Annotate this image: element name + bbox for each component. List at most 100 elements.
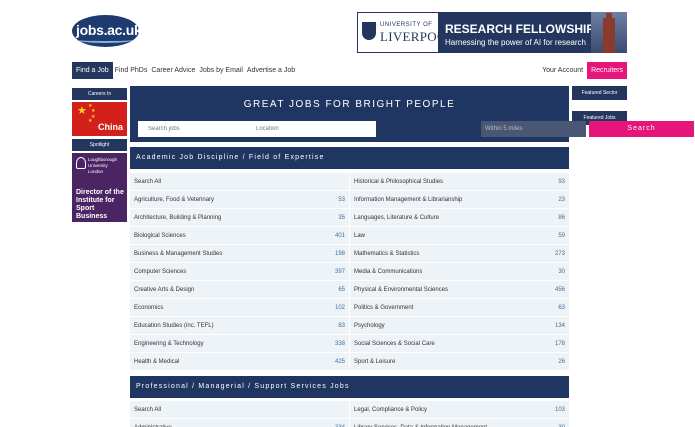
discipline-link[interactable]: Computer Sciences 397 [130,263,349,281]
discipline-label: Psychology [354,322,385,329]
discipline-link[interactable]: Physical & Environmental Sciences 456 [350,281,569,299]
search-button[interactable]: Search [589,121,694,137]
discipline-label: Physical & Environmental Sciences [354,286,449,293]
discipline-label: Information Management & Librarianship [354,196,463,203]
nav-career-advice[interactable]: Career Advice [149,62,197,79]
discipline-label: Sport & Leisure [354,358,396,365]
banner-title: RESEARCH FELLOWSHIPS [445,22,603,36]
discipline-label: Mathematics & Statistics [354,250,420,257]
discipline-link[interactable]: Legal, Compliance & Policy 103 [350,401,569,419]
discipline-link[interactable]: Languages, Literature & Culture 86 [350,209,569,227]
discipline-link[interactable]: Law 59 [350,227,569,245]
lboro-text-line: Director of the [76,189,124,196]
discipline-label: Biological Sciences [134,232,186,239]
job-count: 53 [338,196,345,203]
careers-in-heading: Careers In [72,88,127,100]
discipline-label: Search All [134,178,162,185]
loughborough-spotlight-ad[interactable]: Loughborough University London Director … [72,153,127,222]
discipline-link[interactable]: Creative Arts & Design 65 [130,281,349,299]
banner-university-big: LIVERPOOL [380,29,455,44]
banner-university-small: UNIVERSITY OF [380,22,433,28]
logo-swoosh-icon [77,37,133,43]
job-count: 178 [554,340,565,347]
academic-discipline-grid: Search All Historical & Philosophical Stu… [130,173,569,371]
building-tower [603,18,615,53]
job-count: 30 [558,268,565,275]
distance-select[interactable]: Within 5 miles [481,121,586,137]
crest-icon [362,22,376,40]
discipline-link[interactable]: Search All [130,173,349,191]
discipline-link[interactable]: Library Services, Data & Information Man… [350,419,569,427]
china-careers-ad[interactable]: ★ ★ ★ ★ ★ China [72,102,127,136]
job-count: 338 [334,340,345,347]
your-account-link[interactable]: Your Account [542,67,583,74]
featured-sector-tab[interactable]: Featured Sector [572,86,627,100]
jobs-ac-uk-logo[interactable]: jobs.ac.uk [72,15,142,47]
discipline-link[interactable]: Biological Sciences 401 [130,227,349,245]
location-input[interactable] [246,121,376,137]
job-count: 23 [558,196,565,203]
liverpool-research-banner[interactable]: UNIVERSITY OF LIVERPOOL RESEARCH FELLOWS… [357,12,627,53]
discipline-label: Engineering & Technology [134,340,204,347]
discipline-link[interactable]: Agriculture, Food & Veterinary 53 [130,191,349,209]
discipline-label: Health & Medical [134,358,180,365]
discipline-link[interactable]: Business & Management Studies 198 [130,245,349,263]
job-count: 26 [558,358,565,365]
discipline-link[interactable]: Information Management & Librarianship 23 [350,191,569,209]
job-count: 103 [554,406,565,413]
discipline-link[interactable]: Media & Communications 30 [350,263,569,281]
loughborough-name: Loughborough University London [88,157,117,175]
recruiters-button[interactable]: Recruiters [587,62,627,79]
discipline-link[interactable]: Search All [130,401,349,419]
nav-advertise-a-job[interactable]: Advertise a Job [245,62,297,79]
discipline-link[interactable]: Psychology 134 [350,317,569,335]
lboro-text-line: Institute for [76,197,115,204]
discipline-link[interactable]: Economics 102 [130,299,349,317]
job-count: 59 [558,232,565,239]
discipline-link[interactable]: Historical & Philosophical Studies 93 [350,173,569,191]
job-count: 425 [334,358,345,365]
hero-title: GREAT JOBS FOR BRIGHT PEOPLE [243,99,456,110]
banner-subtitle: Harnessing the power of AI for research [445,38,586,47]
search-hero: GREAT JOBS FOR BRIGHT PEOPLE Within 5 mi… [130,86,694,142]
spotlight-heading: Spotlight [72,139,127,151]
discipline-link[interactable]: Education Studies (inc. TEFL) 83 [130,317,349,335]
logo-text: jobs.ac.uk [76,22,142,38]
discipline-link[interactable]: Social Sciences & Social Care 178 [350,335,569,353]
discipline-link[interactable]: Architecture, Building & Planning 35 [130,209,349,227]
discipline-link[interactable]: Health & Medical 425 [130,353,349,371]
lboro-name-line: London [88,169,104,174]
discipline-link[interactable]: Sport & Leisure 26 [350,353,569,371]
discipline-label: Search All [134,406,162,413]
discipline-link[interactable]: Administrative334 [130,419,349,427]
professional-jobs-grid: Search All Legal, Compliance & Policy 103 A… [130,401,569,427]
nav-find-a-job[interactable]: Find a Job [72,62,113,79]
job-count: 102 [334,304,345,311]
building-image [591,12,627,53]
job-count: 65 [338,286,345,293]
job-count: 86 [558,214,565,221]
discipline-label: Social Sciences & Social Care [354,340,435,347]
loughborough-logo-icon [76,157,86,169]
job-count: 456 [554,286,565,293]
university-logo: UNIVERSITY OF LIVERPOOL [357,12,455,53]
loughborough-ad-text: Director of the Institute for Sport Busi… [76,189,127,221]
discipline-link[interactable]: Politics & Government 63 [350,299,569,317]
discipline-link[interactable]: Engineering & Technology 338 [130,335,349,353]
lboro-text-line: Sport Business [76,205,108,220]
nav-jobs-by-email[interactable]: Jobs by Email [197,62,245,79]
job-count: 83 [338,322,345,329]
discipline-label: Architecture, Building & Planning [134,214,222,221]
discipline-label: Languages, Literature & Culture [354,214,440,221]
flag-small-star-icon: ★ [88,118,93,124]
job-count: 273 [554,250,565,257]
discipline-link[interactable]: Mathematics & Statistics 273 [350,245,569,263]
discipline-label: Media & Communications [354,268,423,275]
discipline-label: Legal, Compliance & Policy [354,406,428,413]
job-count: 401 [334,232,345,239]
discipline-label: Economics [134,304,164,311]
discipline-label: Historical & Philosophical Studies [354,178,444,185]
discipline-label: Law [354,232,366,239]
job-count: 63 [558,304,565,311]
nav-find-phds[interactable]: Find PhDs [113,62,150,79]
